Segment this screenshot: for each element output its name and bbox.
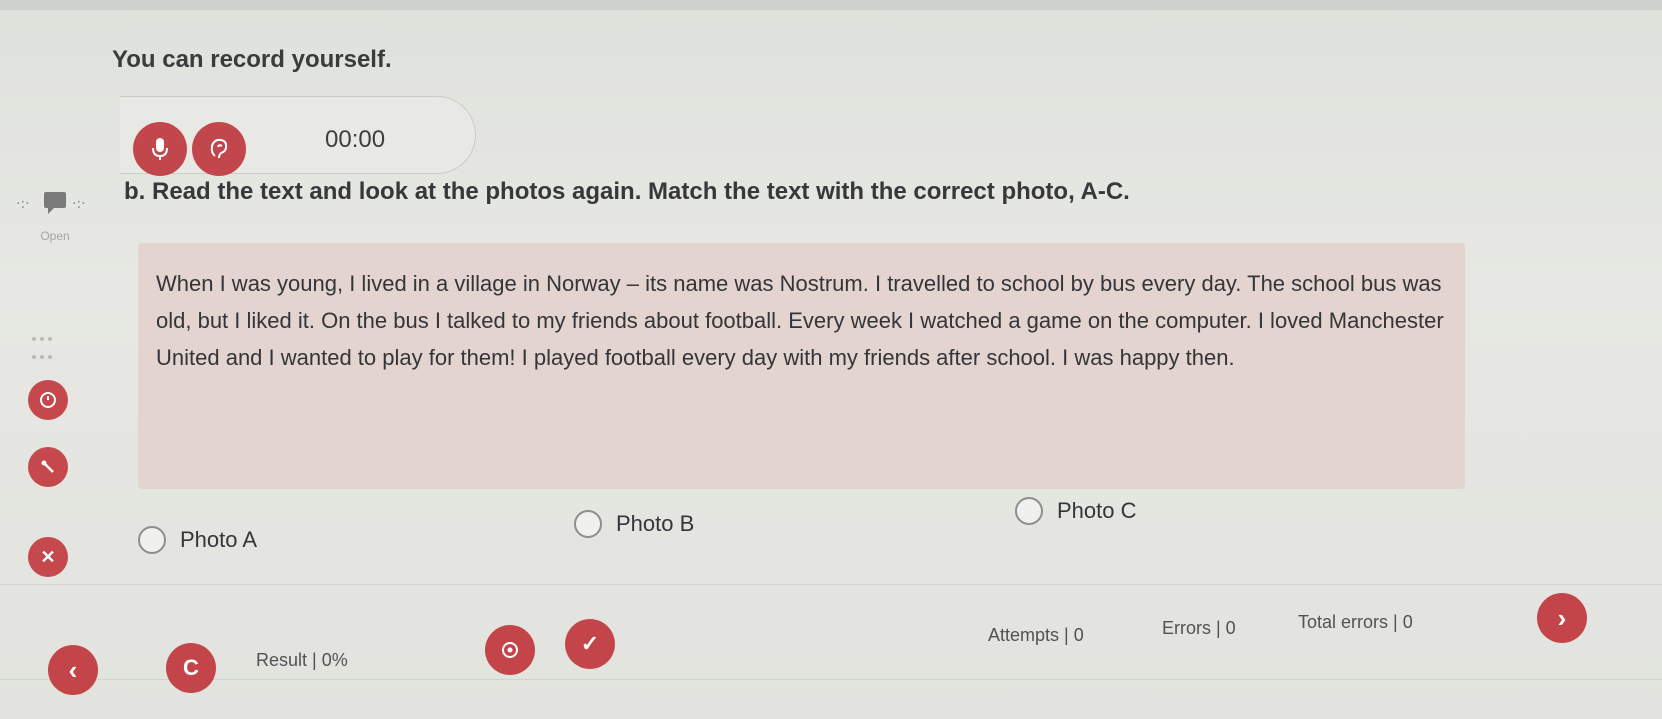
total-errors-status: Total errors | 0 bbox=[1298, 612, 1413, 632]
microphone-icon bbox=[152, 138, 168, 160]
option-label: Photo C bbox=[1057, 498, 1137, 523]
radio-photo-a[interactable] bbox=[138, 526, 166, 554]
record-button[interactable] bbox=[133, 122, 187, 176]
listen-icon bbox=[210, 138, 228, 159]
close-panel-button[interactable]: ✕ bbox=[28, 537, 68, 577]
chevron-right-icon: › bbox=[1557, 602, 1567, 633]
previous-button[interactable]: ‹ bbox=[48, 645, 98, 695]
open-label: Open bbox=[40, 229, 70, 243]
timer-button[interactable] bbox=[28, 380, 68, 420]
drag-handle-icon[interactable] bbox=[30, 330, 64, 359]
chevron-left-icon: ‹ bbox=[68, 654, 78, 685]
reading-passage: When I was young, I lived in a village i… bbox=[156, 271, 1444, 370]
close-icon: ✕ bbox=[40, 546, 56, 567]
option-label: Photo B bbox=[616, 511, 695, 536]
open-chat-button[interactable]: ·:· ·:· Open bbox=[0, 190, 110, 243]
svg-text:·:·: ·:· bbox=[16, 196, 30, 212]
recording-timer: 00:00 bbox=[325, 126, 386, 153]
check-button[interactable]: ✓ bbox=[565, 619, 615, 669]
reset-button[interactable]: C bbox=[166, 643, 216, 693]
svg-text:·:·: ·:· bbox=[72, 196, 86, 212]
option-photo-b[interactable]: Photo B bbox=[574, 510, 694, 538]
show-answer-button[interactable] bbox=[485, 625, 535, 675]
top-divider bbox=[0, 0, 1662, 10]
reset-icon: C bbox=[183, 655, 199, 680]
task-instruction: b. Read the text and look at the photos … bbox=[124, 178, 1130, 205]
tools-icon bbox=[41, 460, 54, 473]
clock-icon bbox=[40, 392, 56, 408]
chat-icon: ·:· ·:· bbox=[16, 192, 86, 214]
radio-photo-c[interactable] bbox=[1015, 497, 1043, 525]
option-photo-a[interactable]: Photo A bbox=[138, 526, 257, 554]
listen-button[interactable] bbox=[192, 122, 246, 176]
checkmark-icon: ✓ bbox=[580, 631, 600, 656]
tools-button[interactable] bbox=[28, 447, 68, 487]
next-button[interactable]: › bbox=[1537, 593, 1587, 643]
errors-status: Errors | 0 bbox=[1162, 618, 1236, 638]
record-heading: You can record yourself. bbox=[112, 46, 392, 73]
eye-icon bbox=[502, 642, 518, 658]
result-status: Result | 0% bbox=[256, 650, 348, 670]
option-label: Photo A bbox=[180, 527, 258, 552]
attempts-status: Attempts | 0 bbox=[988, 625, 1084, 645]
option-photo-c[interactable]: Photo C bbox=[1015, 497, 1137, 525]
radio-photo-b[interactable] bbox=[574, 510, 602, 538]
